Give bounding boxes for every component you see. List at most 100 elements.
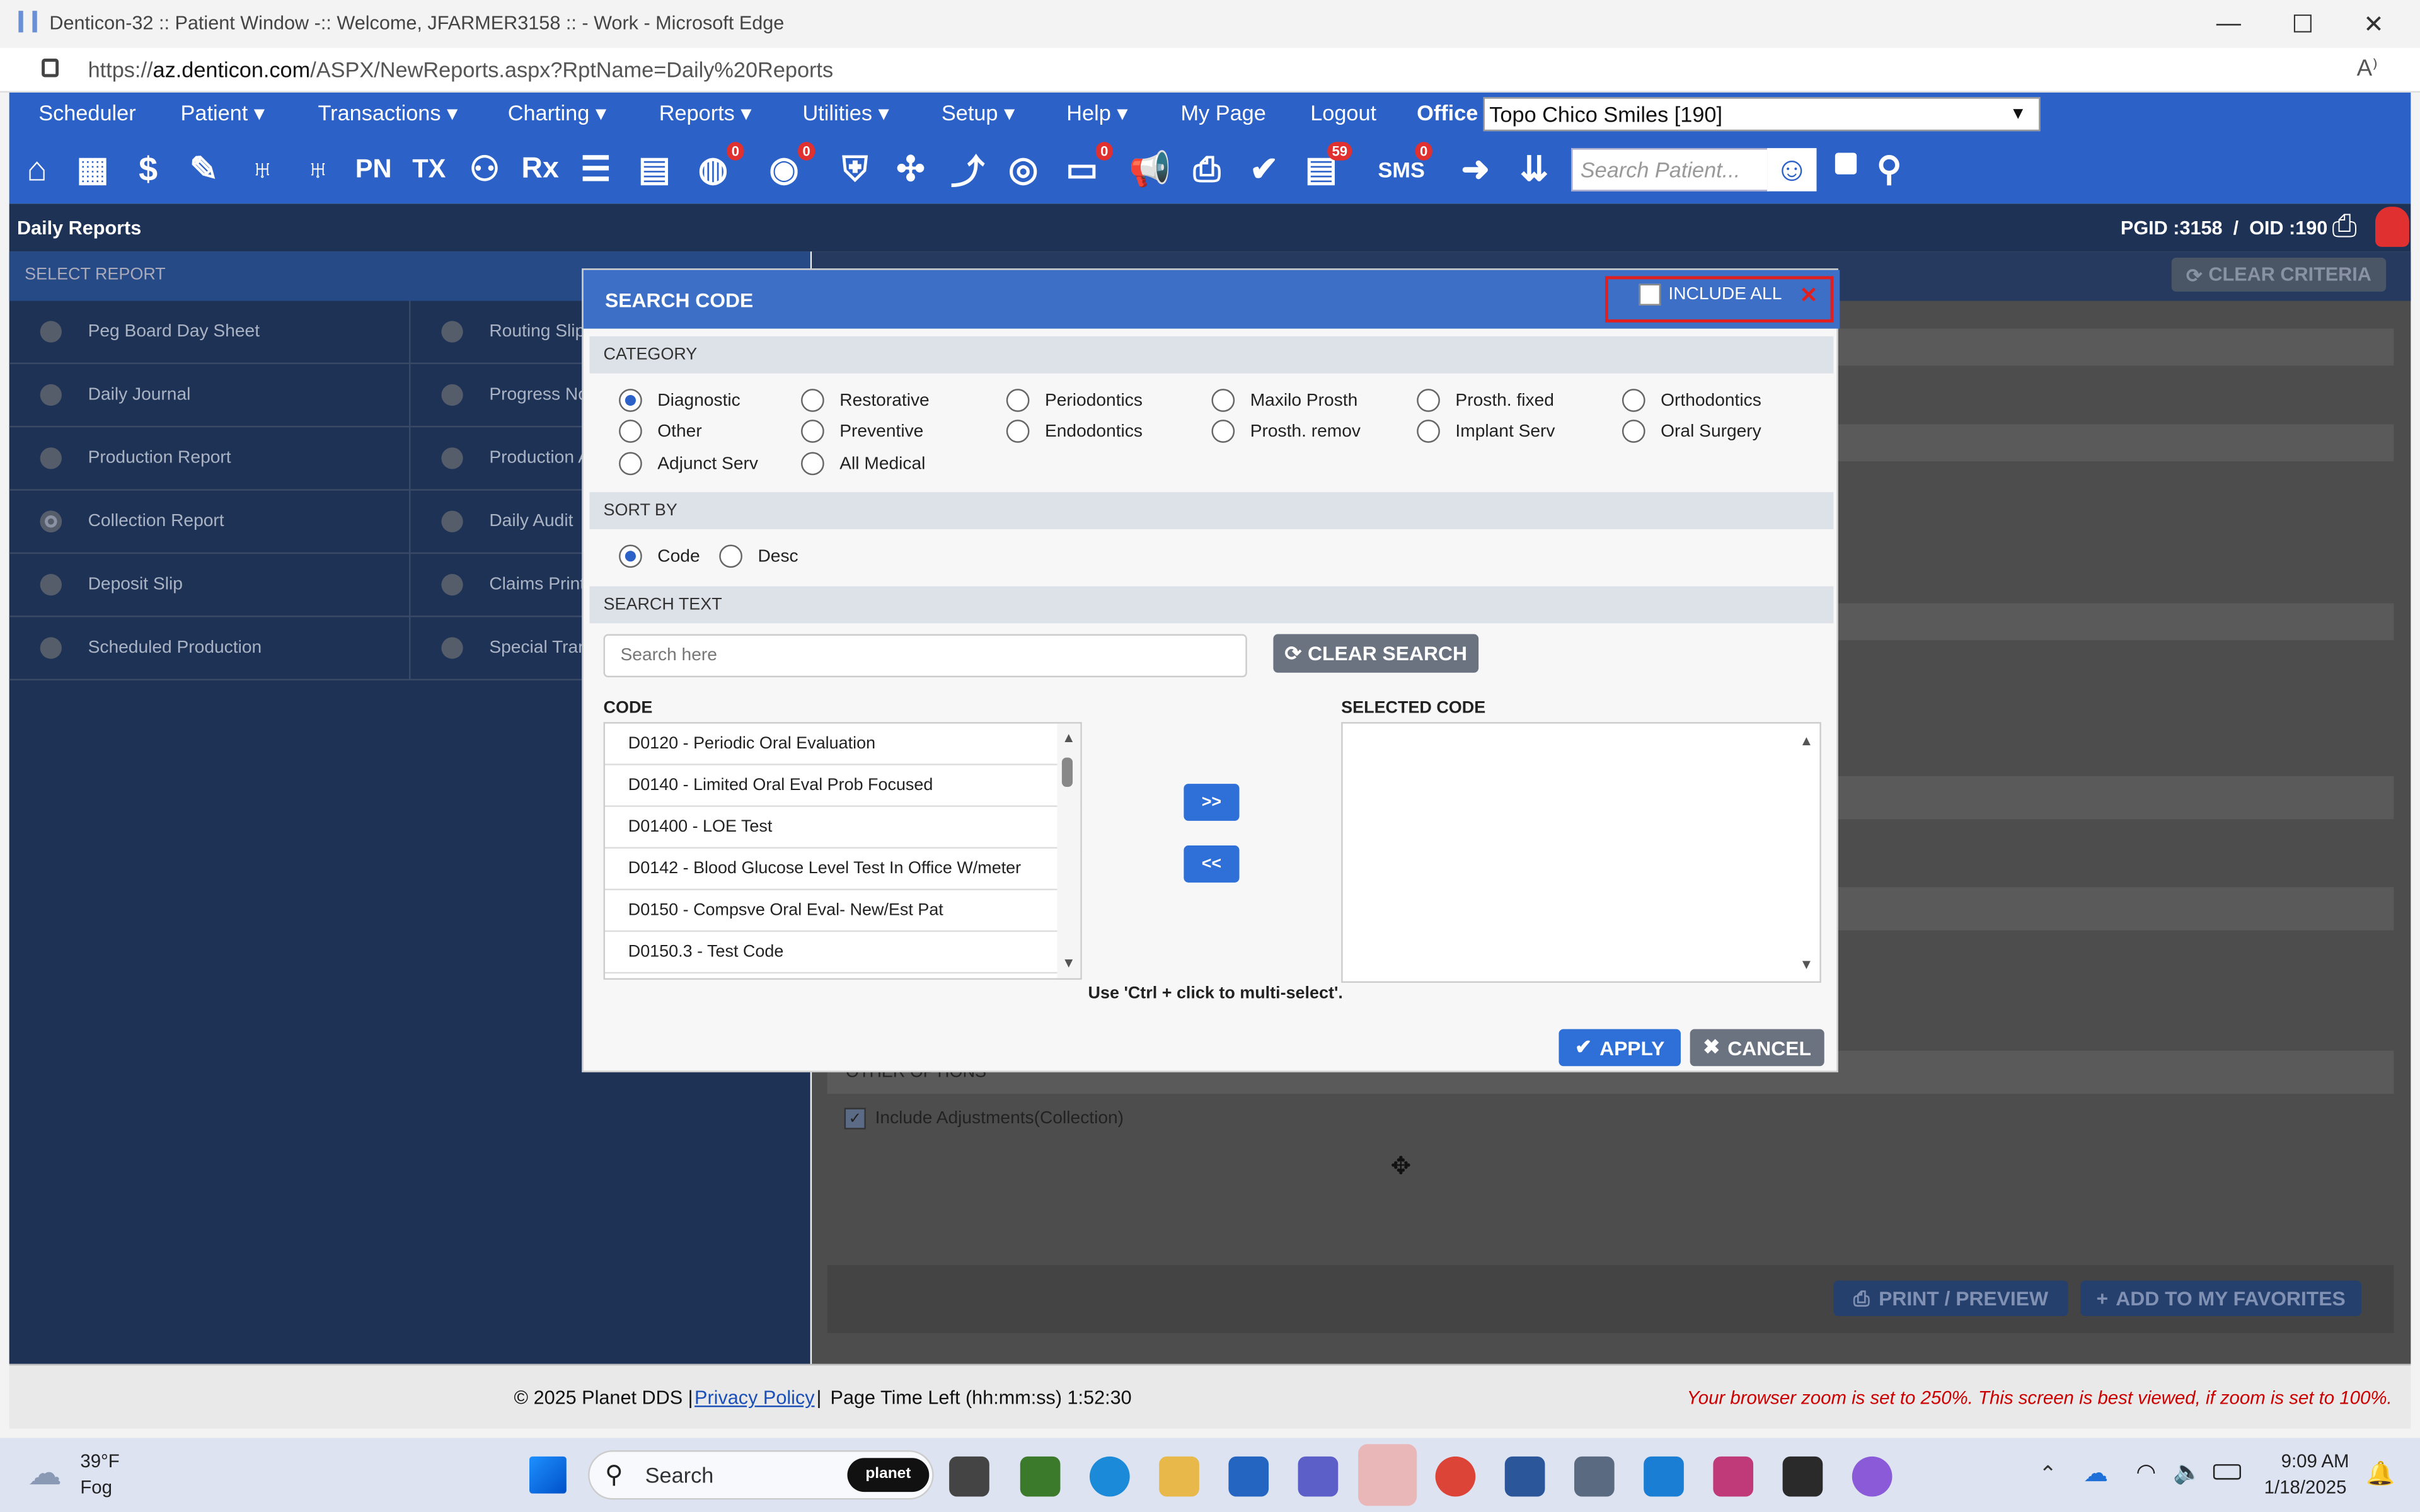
dollar-icon[interactable]: $ [124, 145, 173, 194]
notification-bell-icon[interactable]: 🔔 [2366, 1460, 2395, 1487]
add-user-icon[interactable]: ⚇ [460, 145, 509, 194]
menu-utilities[interactable]: Utilities ▾ [802, 100, 889, 127]
battery-icon[interactable] [2213, 1464, 2241, 1480]
close-button[interactable]: ✕ [2343, 6, 2405, 43]
app-icon[interactable] [1020, 1456, 1061, 1497]
category-adjunct-serv[interactable]: Adjunct Serv [619, 452, 758, 476]
chevron-up-icon[interactable]: ⌃ [2039, 1461, 2057, 1487]
selected-code-list[interactable]: ▲ ▼ [1341, 722, 1821, 983]
category-endodontics[interactable]: Endodontics [1006, 420, 1143, 443]
category-prosth-fixed[interactable]: Prosth. fixed [1417, 389, 1554, 412]
megaphone-icon[interactable]: 📢 [1125, 145, 1174, 194]
task-view-icon[interactable] [949, 1456, 989, 1497]
scroll-up-icon[interactable]: ▲ [1062, 730, 1076, 745]
menu-logout[interactable]: Logout [1310, 100, 1376, 125]
category-other[interactable]: Other [619, 420, 702, 443]
category-maxilo-prosth[interactable]: Maxilo Prosth [1211, 389, 1357, 412]
list-item[interactable]: D0120 - Periodic Oral Evaluation [605, 724, 1081, 765]
report-item-collection[interactable]: Collection Report [9, 491, 409, 554]
tooth-icon[interactable]: ♅ [238, 145, 287, 194]
edit-icon[interactable]: ✎ [179, 145, 228, 194]
clock-time[interactable]: 9:09 AM [2281, 1450, 2349, 1472]
copilot-icon[interactable] [1852, 1456, 1893, 1497]
close-icon[interactable]: ✕ [1800, 282, 1818, 309]
patient-search-input[interactable]: Search Patient... [1571, 148, 1769, 192]
code-list[interactable]: D0120 - Periodic Oral Evaluation D0140 -… [603, 722, 1082, 980]
cancel-button[interactable]: ✖ CANCEL [1690, 1029, 1824, 1067]
photos-icon[interactable] [1644, 1456, 1684, 1497]
sort-desc[interactable]: Desc [719, 544, 798, 568]
sms-icon[interactable]: SMS 0 [1377, 142, 1432, 194]
code-search-input[interactable]: Search here [603, 634, 1247, 678]
store-icon[interactable] [1228, 1456, 1269, 1497]
chevron-double-down-icon[interactable]: ⇊ [1509, 145, 1559, 194]
category-diagnostic[interactable]: Diagnostic [619, 389, 740, 412]
teeth-icon[interactable]: ♅ [293, 145, 342, 194]
progress-notes-icon[interactable]: PN [349, 145, 398, 194]
weather-icon[interactable]: ☁ [28, 1453, 62, 1494]
clear-criteria-button[interactable]: ⟳ CLEAR CRITERIA [2171, 257, 2387, 292]
minimize-button[interactable]: — [2198, 6, 2259, 43]
word-icon[interactable] [1504, 1456, 1545, 1497]
include-all-checkbox[interactable] [1639, 284, 1661, 306]
menu-charting[interactable]: Charting ▾ [508, 100, 606, 127]
printer-icon[interactable]: ⎙ [1182, 145, 1231, 194]
report-item-deposit-slip[interactable]: Deposit Slip [9, 554, 409, 617]
url-field[interactable]: https://az.denticon.com/ASPX/NewReports.… [88, 57, 834, 82]
onedrive-icon[interactable]: ☁ [2083, 1458, 2108, 1489]
report-item-scheduled-production[interactable]: Scheduled Production [9, 617, 409, 681]
treatment-icon[interactable]: TX [405, 145, 454, 194]
sort-code[interactable]: Code [619, 544, 700, 568]
scroll-down-icon[interactable]: ▼ [1800, 956, 1814, 971]
report-item-daily-journal[interactable]: Daily Journal [9, 364, 409, 428]
code-list-scrollbar[interactable]: ▲ ▼ [1057, 723, 1081, 978]
document-icon[interactable]: ▤ [630, 145, 679, 194]
remove-code-button[interactable]: << [1184, 845, 1240, 883]
menu-patient[interactable]: Patient ▾ [181, 100, 265, 127]
privacy-policy-link[interactable]: Privacy Policy [694, 1387, 815, 1409]
list-item[interactable]: D0140 - Limited Oral Eval Prob Focused [605, 765, 1081, 807]
arrow-right-icon[interactable]: ➜ [1451, 145, 1500, 194]
maximize-button[interactable]: ☐ [2272, 6, 2334, 43]
read-aloud-icon[interactable]: A⁾ [2357, 54, 2378, 82]
category-prosth-remov[interactable]: Prosth. remov [1211, 420, 1361, 443]
bell-icon[interactable] [2375, 207, 2409, 247]
menu-reports[interactable]: Reports ▾ [659, 100, 752, 127]
patient-avatar-icon[interactable]: ☺ [1767, 148, 1817, 192]
file-explorer-icon[interactable] [1159, 1456, 1199, 1497]
include-adjustments-checkbox[interactable]: ✓ Include Adjustments(Collection) [844, 1108, 1124, 1130]
chrome-icon[interactable] [1435, 1456, 1476, 1497]
list-item[interactable]: D0150 - Compsve Oral Eval- New/Est Pat [605, 890, 1081, 932]
print-icon[interactable]: ⎙ [2332, 210, 2356, 245]
support-icon[interactable]: ◉ 0 [759, 142, 815, 194]
scroll-up-icon[interactable]: ▲ [1800, 733, 1814, 748]
edge-icon[interactable] [1089, 1456, 1130, 1497]
add-code-button[interactable]: >> [1184, 784, 1240, 821]
menu-setup[interactable]: Setup ▾ [942, 100, 1015, 127]
prescription-icon[interactable]: Rx [516, 145, 565, 194]
category-implant-serv[interactable]: Implant Serv [1417, 420, 1555, 443]
list-item[interactable]: D0142 - Blood Glucose Level Test In Offi… [605, 849, 1081, 891]
messages-icon[interactable]: ▭ 0 [1057, 142, 1113, 194]
menu-scheduler[interactable]: Scheduler [38, 100, 135, 125]
category-restorative[interactable]: Restorative [801, 389, 930, 412]
print-preview-button[interactable]: ⎙ PRINT / PREVIEW [1833, 1280, 2068, 1316]
office-select[interactable]: Topo Chico Smiles [190] ▼ [1483, 97, 2041, 132]
apply-button[interactable]: ✔ APPLY [1559, 1029, 1681, 1067]
report-item-peg-board[interactable]: Peg Board Day Sheet [9, 301, 409, 364]
category-oral-surgery[interactable]: Oral Surgery [1622, 420, 1761, 443]
add-favorites-button[interactable]: + ADD TO MY FAVORITES [2080, 1280, 2361, 1316]
category-orthodontics[interactable]: Orthodontics [1622, 389, 1761, 412]
home-icon[interactable]: ⌂ [13, 145, 62, 194]
list-item[interactable]: D0150.3 - Test Code [605, 932, 1081, 974]
shield-check-icon[interactable]: ✔ [1240, 145, 1289, 194]
clear-search-button[interactable]: ⟳ CLEAR SEARCH [1273, 634, 1479, 673]
list-item[interactable]: D01400 - LOE Test [605, 807, 1081, 849]
sticky-notes-icon[interactable] [1782, 1456, 1823, 1497]
category-all-medical[interactable]: All Medical [801, 452, 925, 476]
clock-date[interactable]: 1/18/2025 [2264, 1477, 2347, 1498]
globe-icon[interactable]: ◍ 0 [688, 142, 744, 194]
scroll-thumb[interactable] [1061, 757, 1073, 787]
menu-my-page[interactable]: My Page [1180, 100, 1265, 125]
volume-icon[interactable]: 🔈 [2173, 1458, 2202, 1486]
